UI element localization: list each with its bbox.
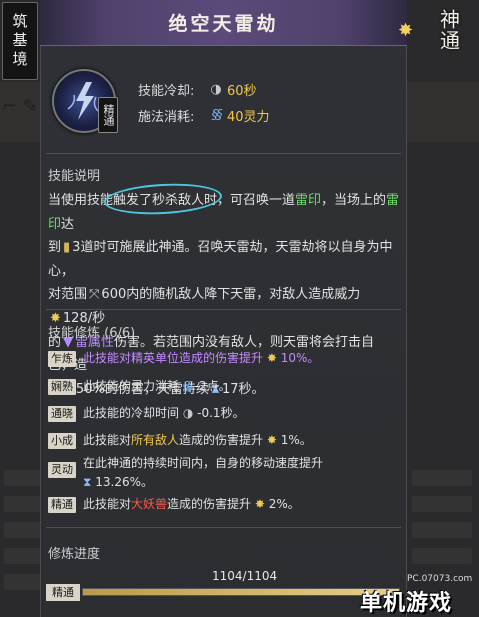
cultivation-desc: 造成的伤害提升: [179, 433, 264, 447]
skill-title: 绝空天雷劫: [168, 13, 279, 35]
description-highlight: 雷印: [295, 193, 322, 208]
description-line: 到 ▮ 3道时可施展此神通。召唤天雷劫，天雷劫将以自身为中心，: [48, 236, 400, 283]
cultivation-value: -0.1秒。: [197, 406, 245, 420]
area-icon: ⤧: [89, 287, 100, 303]
cultivation-tag: 通晓: [48, 406, 76, 422]
sun-icon: ✸: [266, 433, 277, 447]
description-line: 当使用技能触发了秒杀敌人时，可召唤一道雷印，当场上的雷印达: [48, 189, 400, 236]
mana-cost-label: 施法消耗:: [138, 110, 195, 125]
cooldown-stat: 技能冷却: ◑ 60秒: [138, 80, 257, 99]
watermark-url: PC.07073.com: [407, 574, 473, 584]
cultivation-desc: 此技能对: [83, 433, 132, 447]
mana-icon: §§: [211, 108, 223, 123]
tier-badge: 精通: [98, 97, 118, 133]
cultivation-row: 娴熟 此技能的灵力消耗 §§ -2点。: [48, 379, 400, 396]
cultivation-desc: 此技能对: [83, 497, 132, 511]
cultivation-highlight: 所有敌人: [131, 433, 180, 447]
cultivation-text: 此技能对大妖兽造成的伤害提升 ✸ 2%。: [83, 495, 300, 514]
description-text: 3道时可施展此神通。召唤天雷劫，天雷劫将以自身为中心，: [48, 240, 393, 279]
cultivation-tag: 精通: [48, 497, 76, 513]
shentong-logo: 神通: [422, 4, 476, 56]
cultivation-desc: 此技能对精英单位造成的伤害提升: [83, 351, 264, 365]
progress-bar: [82, 588, 400, 596]
cultivation-value: 1%。: [280, 433, 312, 447]
background-row: [412, 470, 472, 486]
cultivation-text: 此技能对精英单位造成的伤害提升 ✸ 10%。: [83, 349, 319, 368]
cultivation-tag: 乍炼: [48, 351, 76, 367]
cooldown-icon: ◑: [210, 82, 222, 97]
mana-icon: §§: [182, 379, 193, 393]
cultivation-value: -2点。: [194, 379, 231, 393]
cultivation-tag: 小成: [48, 433, 76, 449]
cultivation-tag: 娴熟: [48, 379, 76, 395]
cultivation-row: 精通 此技能对大妖兽造成的伤害提升 ✸ 2%。: [48, 497, 400, 514]
brand-label: 神通: [436, 9, 461, 51]
description-text: 到: [48, 240, 62, 256]
book-icon: ▮: [63, 240, 71, 256]
description-text: 对范围: [48, 287, 88, 303]
tier-label: 精通: [102, 104, 115, 126]
background-row: [412, 548, 472, 564]
realm-label: 筑基境: [10, 12, 29, 70]
cooldown-icon: ◑: [182, 406, 194, 420]
cultivation-text: 此技能的灵力消耗 §§ -2点。: [83, 377, 231, 396]
progress-fill: [83, 589, 399, 595]
mana-cost-value: 40灵力: [227, 110, 270, 125]
cultivation-text: 此技能对所有敌人造成的伤害提升 ✸ 1%。: [83, 431, 312, 450]
skill-description: 当使用技能触发了秒杀敌人时，可召唤一道雷印，当场上的雷印达到 ▮ 3道时可施展此神通…: [48, 189, 400, 401]
background-glyph: ⌐ ✎: [2, 96, 38, 117]
sun-icon: ✸: [266, 351, 277, 365]
watermark-brand: 单机游戏: [360, 590, 453, 616]
description-text: 600内的随机敌人降下天雷，对敌人造成威力: [101, 287, 361, 303]
cultivation-tag: 灵动: [48, 462, 76, 478]
cultivation-value: 13.26%。: [95, 475, 154, 489]
mana-cost-stat: 施法消耗: §§ 40灵力: [138, 106, 270, 125]
description-heading: 技能说明: [48, 169, 101, 184]
cultivation-desc: 此技能的灵力消耗: [83, 379, 180, 393]
progress-heading: 修炼进度: [48, 547, 101, 562]
divider: [46, 153, 401, 154]
sun-icon: ✸: [398, 20, 414, 41]
sun-icon: ✸: [254, 497, 265, 511]
cooldown-value: 60秒: [227, 84, 257, 99]
divider: [46, 527, 401, 528]
realm-tag: 筑基境: [2, 2, 38, 80]
cultivation-highlight: 大妖兽: [131, 497, 168, 511]
cultivation-row: 通晓 此技能的冷却时间 ◑ -0.1秒。: [48, 406, 400, 423]
progress-tier-label: 精通: [46, 584, 80, 601]
cultivation-value: 2%。: [268, 497, 300, 511]
cultivation-heading: 技能修炼 (6/6): [48, 326, 136, 341]
cultivation-row: 小成 此技能对所有敌人造成的伤害提升 ✸ 1%。: [48, 433, 400, 450]
cultivation-text: 此技能的冷却时间 ◑ -0.1秒。: [83, 404, 245, 423]
cultivation-value: 10%。: [280, 351, 320, 365]
hourglass-icon: ⧗: [83, 475, 92, 489]
cultivation-row: 灵动 在此神通的持续时间内，自身的移动速度提升 ⧗ 13.26%。: [48, 456, 400, 492]
background-row: [412, 496, 472, 512]
description-text: ，当场上的: [321, 193, 387, 208]
background-row: [412, 522, 472, 538]
cultivation-desc: 造成的伤害提升: [167, 497, 252, 511]
cultivation-row: 乍炼 此技能对精英单位造成的伤害提升 ✸ 10%。: [48, 351, 400, 368]
divider: [46, 309, 401, 310]
cooldown-label: 技能冷却:: [138, 84, 195, 99]
cultivation-desc: 此技能的冷却时间: [83, 406, 180, 420]
cultivation-text: 在此神通的持续时间内，自身的移动速度提升 ⧗ 13.26%。: [83, 454, 383, 492]
cultivation-desc: 在此神通的持续时间内，自身的移动速度提升: [83, 456, 324, 470]
progress-text: 1104/1104: [212, 569, 278, 583]
description-text: 达: [61, 216, 75, 232]
